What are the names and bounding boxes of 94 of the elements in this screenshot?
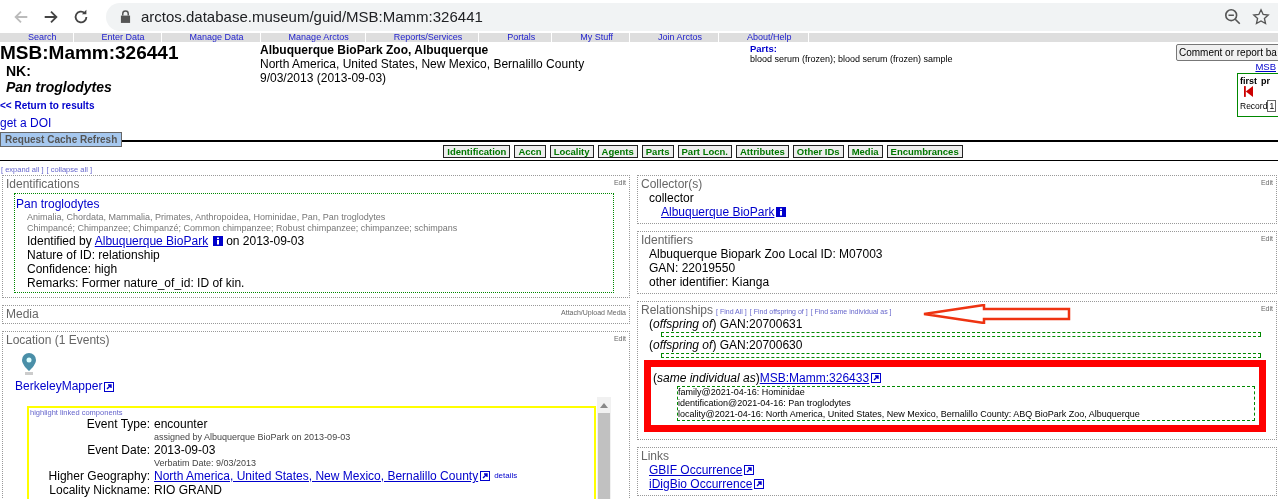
agent-link[interactable]: Albuquerque BioPark	[661, 205, 775, 219]
external-link-icon[interactable]	[480, 471, 491, 481]
relation-label: (same individual as)	[653, 371, 760, 385]
collector-role: collector	[648, 191, 695, 205]
section-button[interactable]: Locality	[549, 145, 594, 158]
catalog-number: MSB:Mamm:326441	[0, 42, 179, 63]
field-note: assigned by Albuquerque BioPark on 2013-09-03	[154, 431, 352, 443]
menu-item[interactable]: Manage Arctos	[260, 33, 366, 42]
detail-text: locality@2021-04-16: North America, United States, New Mexico, Bernalillo County: ABQ BioPark Zoo, Albuquerque	[678, 409, 1141, 420]
parts-label: Parts:	[750, 43, 778, 54]
identifier-text: Albuquerque Biopark Zoo Local ID: M07003	[648, 247, 884, 261]
common-names-text: Chimpancé; Chimpanzee; Chimpanzé; Common chimpanzee; Robust chimpanzee; chimpanzee; schimpans	[26, 223, 459, 234]
section-title: Media	[6, 307, 39, 321]
field-value: 2013-09-03	[154, 443, 216, 457]
section-title: Location (1 Events)	[6, 333, 110, 347]
cache-refresh-button[interactable]: Request Cache Refresh	[0, 132, 123, 147]
agent-link[interactable]: Albuquerque BioPark	[94, 234, 209, 248]
menu-item[interactable]: Enter Data	[73, 33, 162, 42]
detail-text: identification@2021-04-16: Pan troglodytes	[678, 398, 852, 409]
geography-link[interactable]: North America, United States, New Mexico, Bernalillo County	[154, 469, 479, 483]
identification-detail: Nature of ID: relationship	[26, 248, 161, 262]
lock-icon	[120, 10, 131, 23]
external-link-icon[interactable]	[754, 479, 765, 489]
previous-label: pr	[1261, 76, 1270, 88]
menu-item[interactable]: About/Help	[719, 33, 809, 42]
section-button[interactable]: Identification	[443, 145, 511, 158]
identification-detail: Confidence: high	[26, 262, 119, 276]
record-label: Record	[1240, 101, 1268, 111]
section-title: Relationships	[641, 303, 714, 317]
section-title: Collector(s)	[641, 177, 703, 191]
map-pin-icon[interactable]	[21, 353, 37, 375]
detail-text: family@2021-04-16: Hominidae	[678, 387, 806, 398]
scroll-up-icon[interactable]	[600, 403, 608, 408]
relationship-text: (offspring of) GAN:20700631	[649, 317, 804, 331]
external-link[interactable]: GBIF Occurrence	[649, 463, 743, 477]
locality-title: Albuquerque BioPark Zoo, Albuquerque	[260, 43, 490, 57]
date-text: 9/03/2013 (2013-09-03)	[260, 71, 388, 85]
field-value: RIO GRAND	[154, 483, 222, 497]
related-record-link[interactable]: MSB:Mamm:326433	[759, 371, 870, 385]
section-button[interactable]: Part Locn.	[677, 145, 732, 158]
menu-item[interactable]: My Stuff	[552, 33, 631, 42]
identified-by-label: Identified by	[27, 234, 92, 248]
section-button[interactable]: Parts	[641, 145, 674, 158]
section-title: Identifications	[6, 177, 80, 191]
geography-text: North America, United States, New Mexico, Bernalillo County	[260, 57, 586, 71]
section-button[interactable]: Encumbrances	[886, 145, 963, 158]
field-note: Verbatim Date: 9/03/2013	[154, 457, 258, 469]
external-link[interactable]: iDigBio Occurrence	[649, 477, 753, 491]
external-link-icon[interactable]	[871, 373, 882, 383]
zoom-out-icon[interactable]	[1224, 7, 1242, 26]
section-title: Identifiers	[641, 233, 694, 247]
external-link-icon[interactable]	[744, 465, 755, 475]
field-value: encounter	[154, 417, 208, 431]
scroll-thumb[interactable]	[598, 413, 610, 499]
comment-button[interactable]: Comment or report ba	[1176, 44, 1278, 61]
menu-item[interactable]: Reports/Services	[365, 33, 480, 42]
nature-label: NK:	[5, 63, 31, 79]
address-bar[interactable]: arctos.database.museum/guid/MSB:Mamm:326441	[106, 2, 1278, 31]
menu-item[interactable]: Join Arctos	[630, 33, 720, 42]
field-label: Event Date:	[86, 443, 150, 457]
record-field[interactable]: 1	[1267, 100, 1277, 112]
section-button[interactable]: Attributes	[736, 145, 789, 158]
menu-item[interactable]: Portals	[479, 33, 553, 42]
identification-date: on 2013-09-03	[226, 234, 305, 248]
menu-item[interactable]: Manage Data	[161, 33, 261, 42]
section-button[interactable]: Accn	[514, 145, 546, 158]
first-label: first	[1240, 76, 1257, 86]
identifier-text: GAN: 22019550	[648, 261, 737, 275]
berkeleymapper-link[interactable]: BerkeleyMapper	[15, 379, 103, 393]
section-title: Links	[641, 449, 669, 463]
section-button[interactable]: Agents	[597, 145, 638, 158]
info-icon[interactable]	[776, 207, 787, 217]
first-record-icon[interactable]	[1244, 86, 1253, 97]
taxon-name: Pan troglodytes	[5, 79, 112, 95]
details-link[interactable]: details	[494, 469, 518, 483]
relationship-text: (offspring of) GAN:20700630	[649, 338, 804, 352]
external-link-icon[interactable]	[104, 381, 115, 392]
doi-link[interactable]: get a DOI	[0, 116, 52, 130]
field-label: Locality Nickname:	[48, 483, 150, 497]
info-icon[interactable]	[213, 236, 224, 246]
return-link[interactable]: << Return to results	[0, 100, 95, 111]
parts-text: blood serum (frozen); blood serum (frozen) sample	[750, 54, 954, 65]
star-icon[interactable]	[1252, 7, 1270, 26]
classification-text: Animalia, Chordata, Mammalia, Primates, Anthropoidea, Hominidae, Pan, Pan troglodytes	[26, 212, 387, 223]
identifier-text: other identifier: Kianga	[648, 275, 771, 289]
section-button[interactable]: Other IDs	[792, 145, 844, 158]
identification-detail: Remarks: Former nature_of_id: ID of kin.	[26, 276, 246, 290]
related-link[interactable]: MSB	[1255, 61, 1276, 73]
section-button[interactable]: Media	[847, 145, 883, 158]
taxon-link[interactable]: Pan troglodytes	[16, 197, 100, 211]
field-label: Event Type:	[85, 417, 150, 431]
field-label: Higher Geography:	[47, 469, 150, 483]
scrollbar[interactable]	[597, 397, 611, 499]
menu-item[interactable]: Search	[0, 33, 74, 42]
